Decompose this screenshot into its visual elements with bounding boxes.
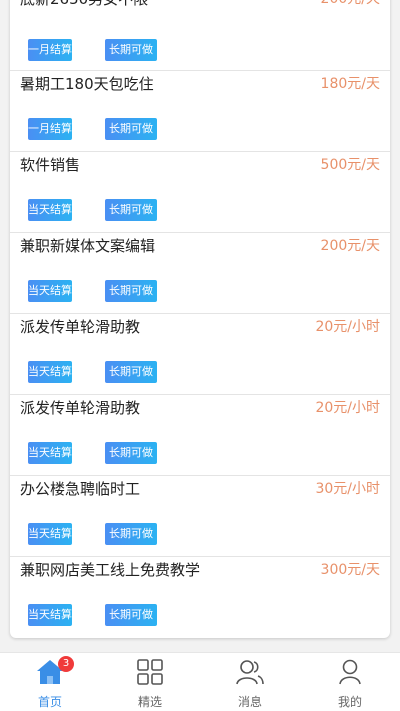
job-pay: 200元/天: [321, 0, 380, 8]
settle-tag: 当天结算: [28, 361, 72, 383]
bottom-tab-bar: 3 首页 精选 消息 我的: [0, 652, 400, 711]
job-item[interactable]: 办公楼急聘临时工 30元/小时 当天结算 长期可做: [10, 476, 390, 557]
user-icon: [339, 659, 361, 685]
settle-tag: 一月结算: [28, 39, 72, 61]
settle-tag: 当天结算: [28, 280, 72, 302]
tab-label: 我的: [337, 695, 362, 709]
job-title: 底薪2650男女不限: [20, 0, 148, 9]
job-item[interactable]: 派发传单轮滑助教 20元/小时 当天结算 长期可做: [10, 395, 390, 476]
tab-label: 首页: [37, 695, 62, 709]
term-tag: 长期可做: [105, 199, 157, 221]
term-tag: 长期可做: [105, 604, 157, 626]
tab-label: 精选: [137, 695, 162, 709]
term-tag: 长期可做: [105, 442, 157, 464]
job-list: 底薪2650男女不限 200元/天 一月结算 长期可做 暑期工180天包吃住 1…: [10, 0, 390, 638]
job-pay: 200元/天: [320, 238, 380, 254]
term-tag: 长期可做: [105, 361, 157, 383]
job-pay: 300元/天: [320, 562, 380, 578]
term-tag: 长期可做: [105, 118, 157, 140]
job-pay: 20元/小时: [315, 319, 380, 335]
term-tag: 长期可做: [105, 39, 157, 61]
term-tag: 长期可做: [105, 280, 157, 302]
users-icon: [236, 660, 264, 685]
job-pay: 180元/天: [320, 76, 380, 92]
job-item[interactable]: 底薪2650男女不限 200元/天 一月结算 长期可做: [10, 0, 390, 71]
notification-badge: 3: [58, 656, 74, 672]
job-title: 暑期工180天包吃住: [20, 75, 154, 93]
job-title: 派发传单轮滑助教: [20, 399, 141, 417]
settle-tag: 当天结算: [28, 199, 72, 221]
tab-mine[interactable]: 我的: [300, 653, 400, 711]
job-item[interactable]: 兼职新媒体文案编辑 200元/天 当天结算 长期可做: [10, 233, 390, 314]
tab-featured[interactable]: 精选: [100, 653, 200, 711]
tab-label: 消息: [237, 695, 262, 709]
job-item[interactable]: 软件销售 500元/天 当天结算 长期可做: [10, 152, 390, 233]
job-title: 软件销售: [20, 156, 81, 174]
job-pay: 30元/小时: [315, 481, 380, 497]
job-title: 派发传单轮滑助教: [20, 318, 141, 336]
job-item[interactable]: 派发传单轮滑助教 20元/小时 当天结算 长期可做: [10, 314, 390, 395]
job-pay: 20元/小时: [315, 400, 380, 416]
tab-messages[interactable]: 消息: [200, 653, 300, 711]
settle-tag: 当天结算: [28, 523, 72, 545]
settle-tag: 当天结算: [28, 604, 72, 626]
grid-icon: [137, 659, 163, 685]
job-title: 兼职网店美工线上免费教学: [20, 561, 201, 579]
settle-tag: 当天结算: [28, 442, 72, 464]
term-tag: 长期可做: [105, 523, 157, 545]
job-title: 办公楼急聘临时工: [20, 480, 141, 498]
job-title: 兼职新媒体文案编辑: [20, 237, 156, 255]
job-pay: 500元/天: [320, 157, 380, 173]
tab-home[interactable]: 3 首页: [0, 653, 100, 711]
job-item[interactable]: 兼职网店美工线上免费教学 300元/天 当天结算 长期可做: [10, 557, 390, 637]
job-item[interactable]: 暑期工180天包吃住 180元/天 一月结算 长期可做: [10, 71, 390, 152]
settle-tag: 一月结算: [28, 118, 72, 140]
